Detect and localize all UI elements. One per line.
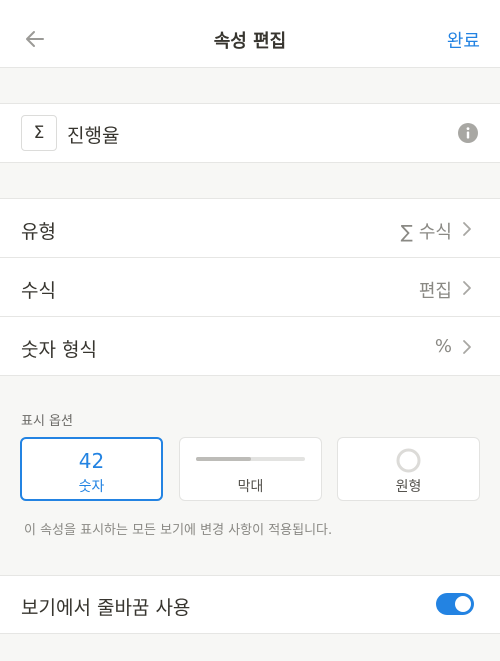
- chevron-right-icon: [463, 281, 471, 295]
- sum-icon: ∑: [400, 222, 413, 243]
- option-label: 숫자: [78, 479, 105, 495]
- type-row[interactable]: 유형 ∑ 수식: [0, 199, 500, 258]
- property-name-section: Σ 진행율: [0, 103, 500, 163]
- toggle-knob: [455, 596, 471, 612]
- display-option-number[interactable]: 42 숫자: [20, 437, 163, 501]
- option-label: 원형: [395, 479, 422, 495]
- display-options-label: 표시 옵션: [21, 414, 73, 429]
- bar-preview: [196, 457, 305, 461]
- type-value: ∑ 수식: [401, 218, 452, 244]
- number-format-label: 숫자 형식: [21, 339, 97, 361]
- chevron-right-icon: [463, 222, 471, 236]
- wrap-text-label: 보기에서 줄바꿈 사용: [21, 597, 191, 619]
- type-label: 유형: [21, 221, 56, 243]
- number-format-row[interactable]: 숫자 형식 %: [0, 317, 500, 376]
- ring-preview-icon: [396, 448, 421, 473]
- bar-preview-fill: [196, 457, 251, 461]
- formula-value: 편집: [418, 281, 452, 302]
- top-bar: 속성 편집 완료: [0, 0, 500, 68]
- display-option-ring[interactable]: 원형: [337, 437, 480, 501]
- formula-row[interactable]: 수식 편집: [0, 258, 500, 317]
- formula-label: 수식: [21, 280, 56, 302]
- wrap-text-row: 보기에서 줄바꿈 사용: [0, 575, 500, 634]
- option-label: 막대: [237, 479, 264, 495]
- display-option-bar[interactable]: 막대: [179, 437, 322, 501]
- sigma-icon[interactable]: Σ: [21, 115, 57, 151]
- page-title: 속성 편집: [213, 31, 287, 52]
- number-format-value: %: [434, 336, 452, 357]
- chevron-right-icon: [463, 340, 471, 354]
- done-button[interactable]: 완료: [447, 27, 480, 53]
- display-options-hint: 이 속성을 표시하는 모든 보기에 변경 사항이 적용됩니다.: [24, 523, 333, 538]
- number-sample: 42: [78, 449, 105, 473]
- type-value-text: 수식: [418, 222, 452, 243]
- wrap-text-toggle[interactable]: [436, 593, 474, 615]
- info-icon[interactable]: [458, 123, 478, 143]
- property-settings-list: 유형 ∑ 수식 수식 편집 숫자 형식 %: [0, 198, 500, 376]
- property-name-input[interactable]: 진행율: [67, 121, 119, 148]
